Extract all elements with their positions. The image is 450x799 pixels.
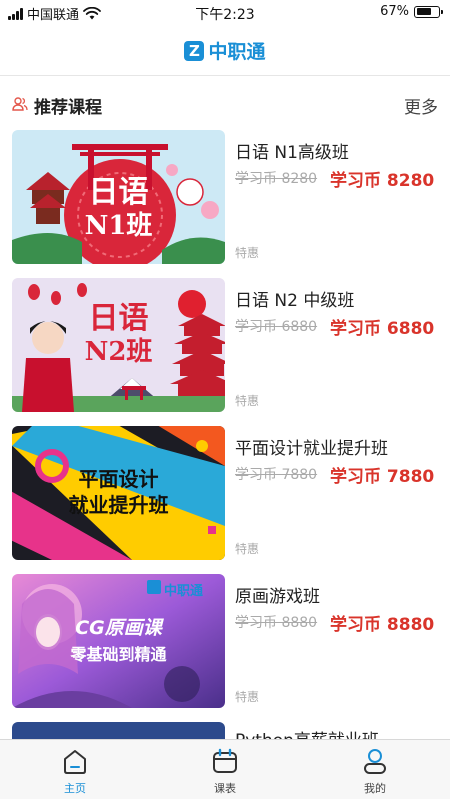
discount-tag: 特惠 [235, 394, 260, 408]
tab-bar: 主页 课表 我的 [0, 739, 450, 799]
course-name[interactable]: 日语 N2 中级班 [235, 286, 354, 311]
thumbnail-title-line2: N1班 [84, 211, 153, 241]
profile-icon [364, 749, 386, 774]
status-right: 67% [380, 4, 443, 19]
app-header: Z 中职通 [0, 26, 450, 76]
discount-tag: 特惠 [235, 542, 260, 556]
course-name[interactable]: 日语 N1高级班 [235, 138, 349, 163]
section-title: 推荐课程 [34, 98, 102, 118]
sale-price: 学习币 8280 [330, 171, 435, 191]
original-price: 学习币 8280 [235, 171, 318, 187]
tab-label: 主页 [64, 782, 86, 795]
tab-schedule[interactable]: 课表 [185, 746, 265, 796]
course-name[interactable]: 平面设计就业提升班 [235, 434, 388, 459]
home-icon [64, 750, 86, 774]
course-thumbnail[interactable]: 平面设计 就业提升班 [12, 426, 225, 560]
recommended-section-header: 推荐课程 更多 [0, 86, 450, 124]
tab-profile[interactable]: 我的 [335, 746, 415, 796]
users-icon [12, 97, 28, 111]
thumbnail-title-line1: 日语 [88, 301, 149, 336]
thumbnail-logo: 中职通 [164, 584, 204, 599]
course-name[interactable]: 原画游戏班 [235, 582, 320, 607]
sale-price: 学习币 7880 [330, 467, 435, 487]
app-title: 中职通 [208, 41, 266, 63]
discount-tag: 特惠 [235, 246, 260, 260]
tab-label: 我的 [364, 782, 386, 795]
more-link[interactable]: 更多 [404, 93, 438, 118]
course-card[interactable]: 日语 N1班 日语 N1高级班 学习币 8280 学习币 8280 特惠 [0, 130, 450, 266]
thumbnail-title-line2: 零基础到精通 [70, 645, 167, 664]
thumbnail-title-line1: 平面设计 [78, 467, 159, 491]
thumbnail-title-line1: CG原画课 [75, 617, 162, 639]
thumbnail-title-line2: N2班 [84, 337, 153, 367]
original-price: 学习币 6880 [235, 319, 318, 335]
tab-label: 课表 [214, 782, 236, 795]
battery-percent: 67% [380, 4, 409, 19]
course-card[interactable]: 日语 N2班 日语 N2 中级班 学习币 6880 学习币 6880 特惠 [0, 278, 450, 414]
course-card[interactable]: 平面设计 就业提升班 平面设计就业提升班 学习币 7880 学习币 7880 特… [0, 426, 450, 562]
discount-tag: 特惠 [235, 690, 260, 704]
thumbnail-title-line2: 就业提升班 [68, 493, 169, 517]
status-bar: 中国联通 下午2:23 67% [0, 0, 450, 26]
thumbnail-title-line1: 日语 [88, 175, 149, 210]
battery-icon [414, 5, 443, 18]
calendar-icon [213, 748, 237, 773]
sale-price: 学习币 8880 [330, 615, 435, 635]
sale-price: 学习币 6880 [330, 319, 435, 339]
tab-home[interactable]: 主页 [35, 746, 115, 796]
course-card[interactable]: 中职通 CG原画课 零基础到精通 原画游戏班 学习币 8880 学习币 8880… [0, 574, 450, 710]
course-thumbnail[interactable]: 日语 N1班 [12, 130, 225, 264]
original-price: 学习币 7880 [235, 467, 318, 483]
battery-fill [416, 8, 431, 15]
original-price: 学习币 8880 [235, 615, 318, 631]
app-logo-icon: Z [184, 40, 205, 61]
course-thumbnail[interactable]: 中职通 CG原画课 零基础到精通 [12, 574, 225, 708]
course-thumbnail[interactable]: 日语 N2班 [12, 278, 225, 412]
